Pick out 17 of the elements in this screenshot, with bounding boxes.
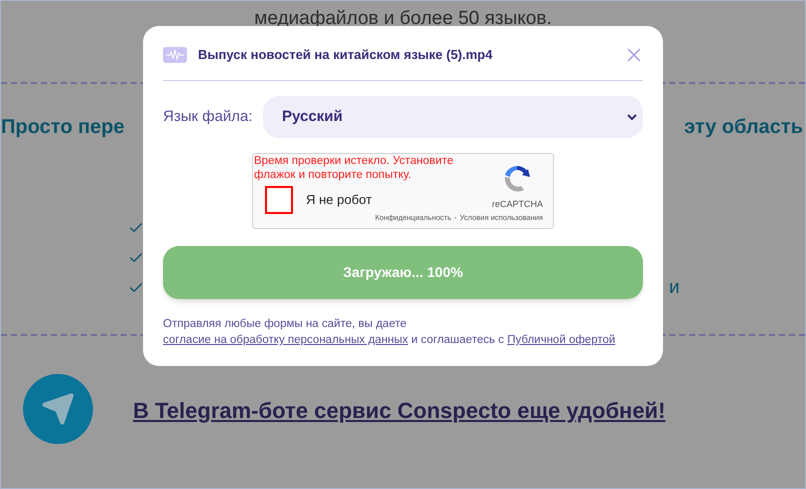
waveform-icon [163, 47, 187, 63]
section-heading: Просто пере [1, 114, 125, 140]
captcha-error: Время проверки истекло. Установите флажок и повторите попытку. [254, 154, 454, 182]
checkbox-label: Я не робот [306, 191, 372, 210]
intro-text: медиафайлов и более 50 языков. [254, 7, 552, 31]
section-heading: эту область [684, 114, 803, 140]
dialog-title: Выпуск новостей на китайском языке (5).mp4 [198, 46, 492, 64]
feature-text: и [669, 280, 680, 296]
language-select[interactable]: Русский [263, 96, 643, 138]
field-label: Язык файла: [163, 106, 254, 127]
consent-text: Отправляя любые формы на сайте, вы даете согласие на обработку персональных данных и соглашаетесь с Публичной офертой [163, 317, 616, 348]
captcha-brand: reCAPTCHA [492, 198, 543, 211]
offer-link[interactable]: Публичной офертой [507, 334, 616, 346]
captcha-checkbox[interactable] [265, 186, 293, 214]
consent-link[interactable]: согласие на обработку персональных данных [163, 334, 408, 346]
telegram-link[interactable]: В Telegram-боте сервис Conspecto еще удобней! [133, 394, 666, 427]
chevron-down-icon [627, 113, 637, 121]
